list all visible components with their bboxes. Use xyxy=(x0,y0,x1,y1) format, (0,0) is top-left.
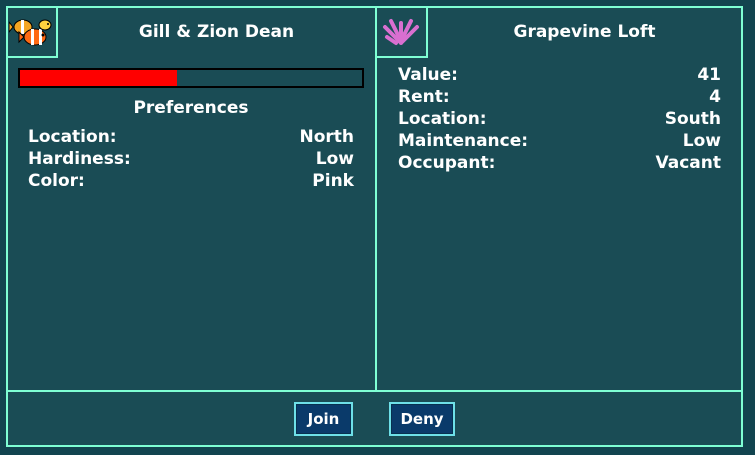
detail-row-location: Location: South xyxy=(398,108,721,130)
row-label: Rent: xyxy=(398,87,450,107)
row-value: Low xyxy=(315,149,354,169)
join-button[interactable]: Join xyxy=(294,402,353,436)
happiness-bar xyxy=(18,68,364,88)
footer-divider xyxy=(6,390,743,392)
preference-row-hardiness: Hardiness: Low xyxy=(28,148,354,170)
row-value: North xyxy=(299,127,354,147)
deny-button[interactable]: Deny xyxy=(389,402,455,436)
happiness-bar-fill xyxy=(20,70,178,86)
row-value: Pink xyxy=(312,171,354,191)
row-value: 4 xyxy=(709,87,721,107)
preference-row-location: Location: North xyxy=(28,126,354,148)
preference-row-color: Color: Pink xyxy=(28,170,354,192)
preferences-heading: Preferences xyxy=(133,98,249,118)
row-label: Color: xyxy=(28,171,85,191)
right-panel-title: Grapevine Loft xyxy=(513,22,656,42)
row-label: Occupant: xyxy=(398,153,496,173)
detail-row-maintenance: Maintenance: Low xyxy=(398,130,721,152)
row-value: 41 xyxy=(697,65,721,85)
property-details: Value: 41 Rent: 4 Location: South Mainte… xyxy=(398,64,721,174)
detail-row-rent: Rent: 4 xyxy=(398,86,721,108)
preferences-list: Location: North Hardiness: Low Color: Pi… xyxy=(28,126,354,192)
row-label: Value: xyxy=(398,65,458,85)
row-label: Hardiness: xyxy=(28,149,131,169)
row-value: South xyxy=(664,109,721,129)
coral-icon xyxy=(376,6,428,58)
panel-divider xyxy=(375,6,377,392)
detail-row-value: Value: 41 xyxy=(398,64,721,86)
clownfish-icon xyxy=(6,6,58,58)
row-label: Maintenance: xyxy=(398,131,529,151)
row-label: Location: xyxy=(28,127,117,147)
left-panel-title: Gill & Zion Dean xyxy=(138,22,295,42)
row-label: Location: xyxy=(398,109,487,129)
row-value: Vacant xyxy=(655,153,721,173)
detail-row-occupant: Occupant: Vacant xyxy=(398,152,721,174)
row-value: Low xyxy=(682,131,721,151)
